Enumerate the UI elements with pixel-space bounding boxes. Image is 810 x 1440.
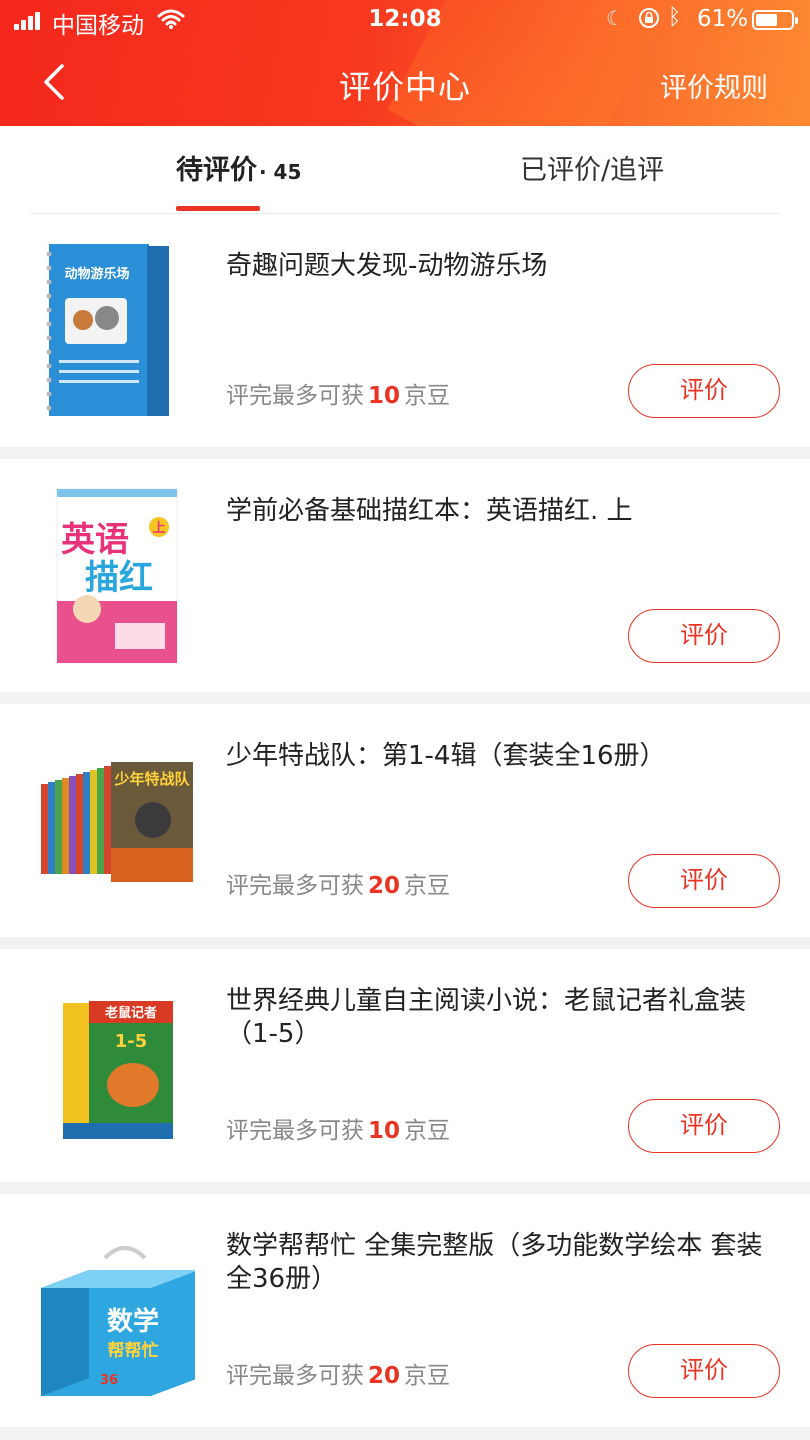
pending-count: · 45	[259, 160, 302, 184]
reward-suffix: 京豆	[404, 1363, 451, 1389]
reward-info: 评完最多可获 20 京豆	[226, 1356, 450, 1390]
product-name[interactable]: 世界经典儿童自主阅读小说：老鼠记者礼盒装（1-5）	[226, 985, 766, 1051]
product-thumbnail[interactable]: 动物游乐场	[35, 238, 195, 428]
reward-amount: 10	[368, 1118, 401, 1144]
reward-amount: 20	[368, 1363, 401, 1389]
cover-badge: 1-5	[115, 1031, 148, 1052]
review-button[interactable]: 评价	[628, 854, 780, 908]
cover-badge: 上	[152, 521, 165, 536]
reward-info: 评完最多可获 20 京豆	[226, 866, 450, 900]
reward-prefix: 评完最多可获	[226, 383, 364, 409]
cover-title-a: 英语	[61, 520, 129, 560]
clock: 12:08	[368, 6, 442, 32]
reward-info: 评完最多可获 10 京豆	[226, 376, 450, 410]
review-button[interactable]: 评价	[628, 609, 780, 663]
product-thumbnail[interactable]: 英语 描红 上	[35, 483, 195, 673]
product-name[interactable]: 数学帮帮忙 全集完整版（多功能数学绘本 套装全36册）	[226, 1230, 766, 1296]
product-thumbnail[interactable]: 少年特战队	[35, 728, 195, 918]
bluetooth-icon: ᛒ	[668, 5, 682, 30]
review-button[interactable]: 评价	[628, 1344, 780, 1398]
product-name[interactable]: 学前必备基础描红本：英语描红. 上	[226, 495, 766, 528]
reward-prefix: 评完最多可获	[226, 873, 364, 899]
reward-prefix: 评完最多可获	[226, 1363, 364, 1389]
product-thumbnail[interactable]: 老鼠记者 1-5	[35, 973, 195, 1163]
battery-percent: 61%	[697, 6, 749, 32]
list-item: 动物游乐场 奇趣问题大发现-动物游乐场 评完最多可获 10 京豆 评价	[0, 214, 810, 447]
list-item: 数学 帮帮忙 36 数学帮帮忙 全集完整版（多功能数学绘本 套装全36册） 评完…	[0, 1194, 810, 1427]
list-item: 英语 描红 上 学前必备基础描红本：英语描红. 上 评价	[0, 459, 810, 692]
cover-title: 老鼠记者	[104, 1005, 157, 1021]
cover-title-b: 帮帮忙	[108, 1340, 159, 1361]
status-bar: 中国移动 12:08 ☾ ᛒ 61%	[0, 0, 810, 42]
cover-title-b: 描红	[85, 558, 153, 598]
tab-reviewed[interactable]: 已评价/追评	[520, 148, 664, 187]
battery-icon	[752, 10, 798, 30]
active-tab-indicator	[176, 206, 260, 211]
review-tabs: 待评价 · 45 已评价/追评	[0, 126, 810, 214]
app-header: 中国移动 12:08 ☾ ᛒ 61% 评价中心 评价规则	[0, 0, 810, 126]
list-item: 老鼠记者 1-5 世界经典儿童自主阅读小说：老鼠记者礼盒装（1-5） 评完最多可…	[0, 949, 810, 1182]
product-name[interactable]: 奇趣问题大发现-动物游乐场	[226, 250, 766, 283]
product-thumbnail[interactable]: 数学 帮帮忙 36	[35, 1218, 195, 1408]
reward-amount: 20	[368, 873, 401, 899]
tab-pending-label: 待评价	[176, 155, 257, 186]
rotation-lock-icon	[639, 8, 659, 28]
reward-amount: 10	[368, 383, 401, 409]
battery-level	[756, 14, 777, 26]
do-not-disturb-icon: ☾	[606, 6, 624, 30]
review-button[interactable]: 评价	[628, 364, 780, 418]
reward-suffix: 京豆	[404, 1118, 451, 1144]
product-name[interactable]: 少年特战队：第1-4辑（套装全16册）	[226, 740, 766, 773]
cover-title-a: 数学	[107, 1306, 159, 1337]
reward-suffix: 京豆	[404, 383, 451, 409]
cover-title: 动物游乐场	[64, 266, 129, 282]
reward-prefix: 评完最多可获	[226, 1118, 364, 1144]
review-rules-link[interactable]: 评价规则	[660, 66, 768, 105]
review-button[interactable]: 评价	[628, 1099, 780, 1153]
reward-info: 评完最多可获 10 京豆	[226, 1111, 450, 1145]
cover-title: 少年特战队	[113, 770, 190, 788]
pending-review-list: 动物游乐场 奇趣问题大发现-动物游乐场 评完最多可获 10 京豆 评价 英语 描红 …	[0, 214, 810, 1439]
reward-suffix: 京豆	[404, 873, 451, 899]
list-item: 少年特战队 少年特战队：第1-4辑（套装全16册） 评完最多可获 20 京豆 评价	[0, 704, 810, 937]
cover-badge: 36	[100, 1373, 118, 1388]
tab-pending-review[interactable]: 待评价 · 45	[176, 148, 301, 187]
